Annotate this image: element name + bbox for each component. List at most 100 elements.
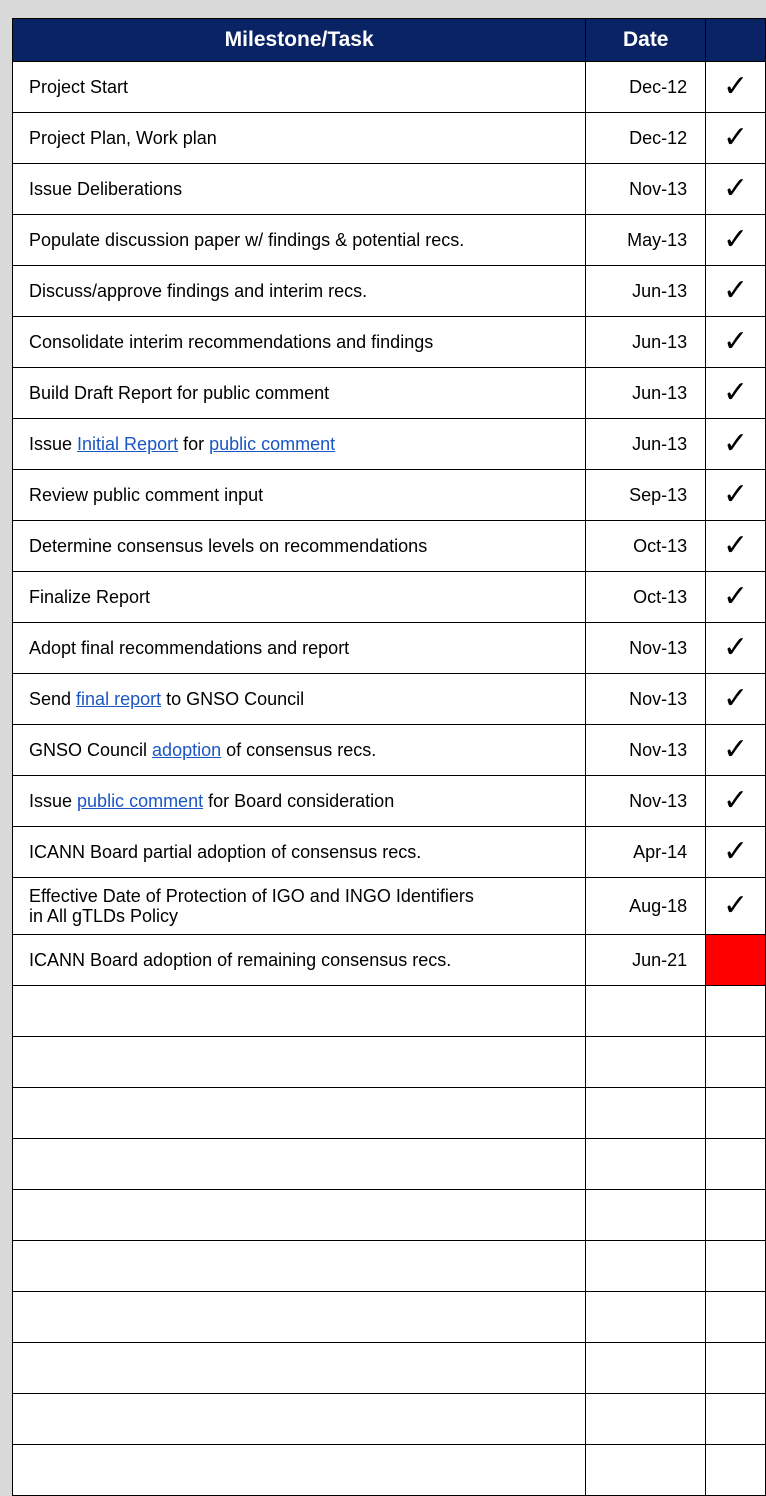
task-cell: Finalize Report: [11, 571, 587, 623]
checkmark-icon: ✓: [705, 469, 766, 521]
empty-cell: [705, 1240, 766, 1292]
empty-cell: [585, 1138, 707, 1190]
task-cell: Send final report to GNSO Council: [11, 673, 587, 725]
date-cell: May-13: [585, 214, 707, 266]
checkmark-icon: ✓: [705, 367, 766, 419]
task-cell: Review public comment input: [11, 469, 587, 521]
date-cell: Jun-13: [585, 367, 707, 419]
checkmark-icon: ✓: [705, 214, 766, 266]
table-row: Build Draft Report for public comment Ju…: [11, 367, 766, 419]
task-cell: ICANN Board adoption of remaining consen…: [11, 934, 587, 986]
table-row: Issue Initial Report for public comment …: [11, 418, 766, 470]
empty-cell: [705, 1291, 766, 1343]
date-cell: Dec-12: [585, 61, 707, 113]
table-row: Project Start Dec-12 ✓: [11, 61, 766, 113]
empty-cell: [705, 1138, 766, 1190]
table-row: Populate discussion paper w/ findings & …: [11, 214, 766, 266]
date-cell: Oct-13: [585, 571, 707, 623]
empty-cell: [705, 1393, 766, 1445]
header-status: [705, 18, 766, 62]
task-text: of consensus recs.: [221, 740, 377, 760]
task-cell: Populate discussion paper w/ findings & …: [11, 214, 587, 266]
empty-cell: [11, 1138, 587, 1190]
task-text: for: [178, 434, 210, 454]
task-cell: Project Start: [11, 61, 587, 113]
table-row: Send final report to GNSO Council Nov-13…: [11, 673, 766, 725]
task-cell: Project Plan, Work plan: [11, 112, 587, 164]
checkmark-icon: ✓: [705, 520, 766, 572]
date-cell: Jun-13: [585, 265, 707, 317]
empty-cell: [11, 1444, 587, 1496]
table-row: Consolidate interim recommendations and …: [11, 316, 766, 368]
date-cell: Nov-13: [585, 775, 707, 827]
top-title-strip: [0, 0, 766, 18]
checkmark-icon: ✓: [705, 265, 766, 317]
empty-table-row: [11, 985, 766, 1037]
empty-cell: [585, 1342, 707, 1394]
task-cell: Issue public comment for Board considera…: [11, 775, 587, 827]
table-row: GNSO Council adoption of consensus recs.…: [11, 724, 766, 776]
empty-cell: [705, 1087, 766, 1139]
checkmark-icon: ✓: [705, 877, 766, 935]
checkmark-icon: ✓: [705, 724, 766, 776]
task-cell: ICANN Board partial adoption of consensu…: [11, 826, 587, 878]
empty-table-row: [11, 1291, 766, 1343]
table-row: Issue Deliberations Nov-13 ✓: [11, 163, 766, 215]
empty-cell: [585, 1087, 707, 1139]
empty-cell: [705, 1342, 766, 1394]
table-row: Project Plan, Work plan Dec-12 ✓: [11, 112, 766, 164]
task-text: Send: [29, 689, 77, 709]
task-cell: Issue Initial Report for public comment: [11, 418, 587, 470]
adoption-link[interactable]: adoption: [152, 740, 221, 760]
checkmark-icon: ✓: [705, 571, 766, 623]
empty-cell: [585, 1240, 707, 1292]
header-date: Date: [585, 18, 707, 62]
checkmark-icon: ✓: [705, 418, 766, 470]
task-text-line: Effective Date of Protection of IGO and …: [29, 886, 474, 906]
task-text: Issue: [29, 791, 78, 811]
task-cell: Build Draft Report for public comment: [11, 367, 587, 419]
empty-cell: [11, 1342, 587, 1394]
checkmark-icon: ✓: [705, 112, 766, 164]
empty-cell: [11, 985, 587, 1037]
empty-table-row: [11, 1036, 766, 1088]
table-row: ICANN Board partial adoption of consensu…: [11, 826, 766, 878]
table-row: Effective Date of Protection of IGO and …: [11, 877, 766, 935]
table-row: Finalize Report Oct-13 ✓: [11, 571, 766, 623]
empty-cell: [585, 985, 707, 1037]
task-text: to GNSO Council: [161, 689, 305, 709]
task-text: for Board consideration: [203, 791, 395, 811]
table-row: Adopt final recommendations and report N…: [11, 622, 766, 674]
table-header-row: Milestone/Task Date: [11, 18, 766, 62]
task-cell: Discuss/approve findings and interim rec…: [11, 265, 587, 317]
checkmark-icon: ✓: [705, 826, 766, 878]
date-cell: Nov-13: [585, 622, 707, 674]
public-comment-link[interactable]: public comment: [209, 434, 335, 454]
empty-table-row: [11, 1138, 766, 1190]
empty-table-row: [11, 1087, 766, 1139]
empty-cell: [705, 1036, 766, 1088]
checkmark-icon: ✓: [705, 163, 766, 215]
date-cell: Sep-13: [585, 469, 707, 521]
task-text: GNSO Council: [29, 740, 153, 760]
task-cell: Adopt final recommendations and report: [11, 622, 587, 674]
date-cell: Aug-18: [585, 877, 707, 935]
checkmark-icon: ✓: [705, 622, 766, 674]
table-row: Review public comment input Sep-13 ✓: [11, 469, 766, 521]
empty-cell: [11, 1291, 587, 1343]
date-cell: Jun-21: [585, 934, 707, 986]
date-cell: Nov-13: [585, 724, 707, 776]
date-cell: Dec-12: [585, 112, 707, 164]
empty-cell: [11, 1189, 587, 1241]
empty-cell: [585, 1036, 707, 1088]
initial-report-link[interactable]: Initial Report: [77, 434, 178, 454]
checkmark-icon: ✓: [705, 316, 766, 368]
status-indicator-red: [705, 934, 766, 986]
table-row: ICANN Board adoption of remaining consen…: [11, 934, 766, 986]
date-cell: Nov-13: [585, 673, 707, 725]
task-cell: GNSO Council adoption of consensus recs.: [11, 724, 587, 776]
task-cell: Consolidate interim recommendations and …: [11, 316, 587, 368]
milestone-table: Milestone/Task Date Project Start Dec-12…: [11, 18, 766, 1496]
public-comment-link[interactable]: public comment: [77, 791, 203, 811]
final-report-link[interactable]: final report: [76, 689, 161, 709]
